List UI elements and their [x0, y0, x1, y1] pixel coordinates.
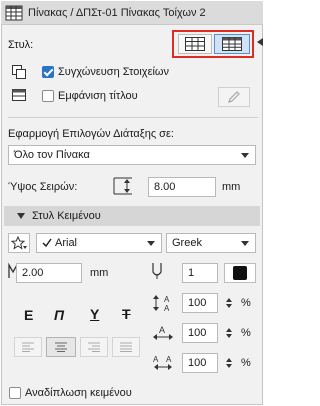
- script-dropdown[interactable]: Greek: [166, 233, 256, 253]
- increment-icon[interactable]: [225, 358, 232, 362]
- merge-elements-label: Συγχώνευση Στοιχείων: [58, 66, 169, 78]
- line-spacing-unit: %: [241, 297, 251, 309]
- pencil-icon: [228, 91, 240, 103]
- title-icon: [12, 89, 26, 101]
- text-size-value: 2.00: [22, 267, 44, 279]
- width-factor-input[interactable]: 100: [182, 323, 218, 343]
- letter-spacing-icon: A A: [153, 355, 172, 370]
- apply-layout-value: Όλο τον Πίνακα: [14, 149, 90, 161]
- row-height-label: Ύψος Σειρών:: [8, 181, 78, 193]
- align-left-button[interactable]: [14, 337, 42, 357]
- row-height-input[interactable]: 8.00: [148, 177, 216, 197]
- style-button-full-grid[interactable]: [214, 34, 250, 54]
- width-factor-icon: A: [153, 325, 173, 340]
- decrement-icon[interactable]: [225, 334, 232, 338]
- row-height-value: 8.00: [154, 181, 176, 193]
- star-icon: [11, 236, 27, 250]
- apply-layout-label: Εφαρμογή Επιλογών Διάταξης σε:: [8, 128, 174, 140]
- chevron-down-icon: [147, 241, 155, 246]
- merge-elements-icon: [12, 65, 26, 79]
- align-center-icon: [55, 342, 67, 352]
- font-value: Arial: [55, 237, 78, 249]
- checkmark-icon: [42, 238, 52, 248]
- show-title-checkbox[interactable]: Εμφάνιση τίτλου: [42, 90, 138, 102]
- line-spacing-icon: A A: [153, 295, 170, 312]
- svg-text:A: A: [159, 325, 165, 335]
- strikethrough-button[interactable]: T: [122, 306, 131, 322]
- wrap-text-check-box[interactable]: [9, 387, 21, 399]
- chevron-down-icon: [241, 153, 249, 158]
- plain-grid-icon: [185, 37, 205, 51]
- divider: [8, 117, 258, 118]
- width-factor-stepper[interactable]: [223, 323, 234, 343]
- svg-text:A: A: [166, 355, 172, 364]
- show-title-check-box[interactable]: [42, 90, 54, 102]
- text-style-section-label: Στυλ Κειμένου: [32, 210, 101, 222]
- pen-color-swatch: [233, 266, 247, 280]
- svg-text:A: A: [164, 304, 170, 312]
- table-icon: [5, 5, 23, 20]
- align-right-icon: [88, 342, 100, 352]
- pen-color-button[interactable]: [224, 263, 256, 283]
- full-grid-icon: [222, 37, 242, 51]
- pen-number-value: 1: [188, 267, 195, 279]
- letter-spacing-input[interactable]: 100: [182, 353, 218, 373]
- letter-spacing-stepper[interactable]: [223, 353, 234, 373]
- style-label: Στυλ:: [8, 39, 34, 51]
- decrement-icon[interactable]: [225, 304, 232, 308]
- decrement-icon[interactable]: [225, 364, 232, 368]
- favorites-button[interactable]: [8, 233, 30, 253]
- width-factor-value: 100: [188, 327, 207, 339]
- underline-button[interactable]: Y: [90, 306, 99, 322]
- merge-elements-check-box[interactable]: [42, 66, 54, 78]
- window-title: Πίνακας / ΔΠΣτ-01 Πίνακας Τοίχων 2: [28, 6, 206, 19]
- merge-elements-checkbox[interactable]: Συγχώνευση Στοιχείων: [42, 66, 169, 78]
- align-left-icon: [22, 342, 34, 352]
- svg-text:A: A: [164, 295, 170, 304]
- row-height-unit: mm: [222, 181, 241, 193]
- line-spacing-value: 100: [188, 297, 207, 309]
- width-factor-unit: %: [241, 327, 251, 339]
- wrap-text-label: Αναδίπλωση κειμένου: [25, 387, 132, 399]
- chevron-down-icon: [241, 241, 249, 246]
- style-button-plain-grid[interactable]: [178, 34, 212, 54]
- text-size-unit: mm: [90, 267, 109, 279]
- increment-icon[interactable]: [225, 298, 232, 302]
- apply-layout-dropdown[interactable]: Όλο τον Πίνακα: [8, 145, 256, 165]
- script-value: Greek: [172, 237, 202, 249]
- font-dropdown[interactable]: Arial: [36, 233, 162, 253]
- increment-icon[interactable]: [225, 328, 232, 332]
- line-spacing-input[interactable]: 100: [182, 293, 218, 313]
- text-size-input[interactable]: 2.00: [16, 263, 82, 283]
- letter-spacing-unit: %: [241, 357, 251, 369]
- align-center-button[interactable]: [46, 337, 76, 357]
- line-spacing-stepper[interactable]: [223, 293, 234, 313]
- wrap-text-checkbox[interactable]: Αναδίπλωση κειμένου: [9, 387, 132, 399]
- row-height-icon: [113, 177, 132, 195]
- panel-expand-arrow-icon[interactable]: [257, 38, 263, 46]
- italic-button[interactable]: Π: [54, 307, 64, 323]
- edit-title-button[interactable]: [218, 87, 250, 107]
- align-justify-icon: [120, 342, 132, 352]
- show-title-label: Εμφάνιση τίτλου: [58, 90, 138, 102]
- bold-button[interactable]: E: [24, 307, 33, 323]
- align-justify-button[interactable]: [112, 337, 140, 357]
- svg-text:A: A: [153, 355, 159, 364]
- pen-icon: [152, 263, 162, 279]
- text-style-section-header[interactable]: Στυλ Κειμένου: [4, 206, 260, 226]
- align-right-button[interactable]: [80, 337, 108, 357]
- title-bar: Πίνακας / ΔΠΣτ-01 Πίνακας Τοίχων 2: [1, 1, 263, 25]
- letter-spacing-value: 100: [188, 357, 207, 369]
- pen-number-input[interactable]: 1: [182, 263, 218, 283]
- collapse-triangle-icon: [17, 213, 25, 219]
